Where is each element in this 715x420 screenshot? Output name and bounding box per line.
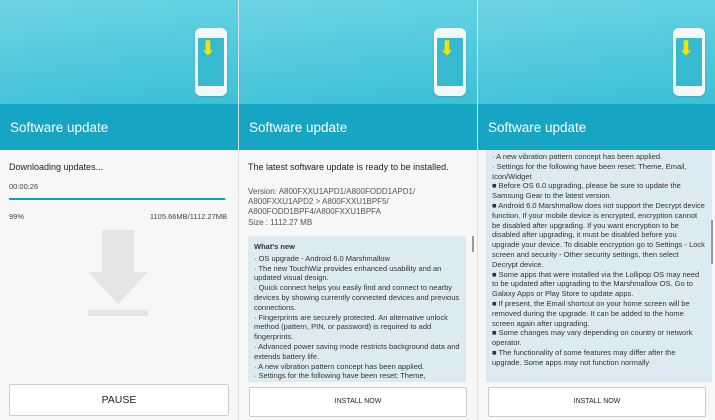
release-note: · Settings for the following have been r… (492, 161, 687, 181)
scrollbar[interactable] (472, 236, 474, 252)
release-note: · Quick connect helps you easily find an… (254, 283, 460, 312)
download-content: Downloading updates... 00:00:26 99% 1105… (0, 150, 238, 420)
release-note: ■ The functionality of some features may… (492, 347, 676, 367)
title-bar: Software update (0, 104, 238, 150)
update-size: Size : 1112.27 MB (248, 218, 313, 227)
hero-banner: ⬇ (0, 0, 238, 104)
elapsed-time: 00:00:26 (9, 182, 39, 191)
release-note: · OS upgrade - Android 6.0 Marshmallow (254, 253, 390, 263)
download-arrow-icon: ⬇ (199, 36, 217, 60)
release-note: · The new TouchWiz provides enhanced usa… (254, 263, 442, 283)
phone-download-icon: ⬇ (195, 28, 227, 96)
download-icon-head (88, 272, 148, 304)
release-note: · A new vibration pattern concept has be… (492, 152, 663, 161)
screen-release-notes: ⬇ Software update · A new vibration patt… (478, 0, 715, 420)
download-arrow-icon: ⬇ (438, 36, 456, 60)
release-note: ■ Some changes may vary depending on cou… (492, 328, 693, 348)
panel-divider (238, 0, 239, 420)
title-bar: Software update (239, 104, 477, 150)
ready-content: The latest software update is ready to b… (239, 150, 477, 420)
scrollbar[interactable] (711, 220, 713, 264)
whats-new-box[interactable]: What's new · OS upgrade - Android 6.0 Ma… (248, 236, 466, 382)
title-bar: Software update (478, 104, 715, 150)
version-line: A800FXXU1APD2 > A800FXXU1BPF5/ (248, 197, 389, 206)
release-note: · A new vibration pattern concept has be… (254, 361, 425, 371)
download-status: Downloading updates... (9, 162, 104, 172)
version-info: Version: A800FXXU1APD1/A800FODD1APD1/ A8… (248, 187, 468, 217)
page-title: Software update (249, 120, 348, 135)
install-now-button[interactable]: INSTALL NOW (488, 387, 706, 417)
ready-message: The latest software update is ready to b… (248, 162, 449, 172)
release-notes-box[interactable]: · A new vibration pattern concept has be… (486, 150, 712, 382)
download-arrow-icon: ⬇ (677, 36, 695, 60)
download-progress-fill (9, 198, 225, 200)
phone-download-icon: ⬇ (434, 28, 466, 96)
release-note: · Advanced power saving mode restricts b… (254, 341, 460, 361)
version-line: A800FODD1BPF4/A800FXXU1BPFA (248, 207, 381, 216)
release-note: · Fingerprints are securely protected. A… (254, 312, 448, 342)
release-note: · Settings for the following have been r… (254, 371, 426, 381)
whats-new-title: What's new (254, 242, 295, 251)
panel-divider (477, 0, 478, 420)
large-download-icon (88, 230, 148, 320)
download-icon-shaft (102, 230, 134, 272)
download-icon-base (88, 310, 148, 316)
progress-percent: 99% (9, 212, 25, 221)
screen-downloading: ⬇ Software update Downloading updates...… (0, 0, 238, 420)
download-size: 1105.66MB/1112.27MB (149, 212, 227, 221)
install-now-button[interactable]: INSTALL NOW (249, 387, 467, 417)
version-line: Version: A800FXXU1APD1/A800FODD1APD1/ (248, 187, 416, 196)
release-note: ■ If present, the Email shortcut on your… (492, 298, 690, 328)
pause-button[interactable]: PAUSE (9, 384, 229, 416)
notes-content: · A new vibration pattern concept has be… (478, 150, 715, 420)
page-title: Software update (10, 120, 109, 135)
release-note: ■ Before OS 6.0 upgrading, please be sur… (492, 181, 681, 201)
download-progress-bar (9, 198, 227, 200)
phone-download-icon: ⬇ (673, 28, 705, 96)
hero-banner: ⬇ (478, 0, 715, 104)
release-note: ■ Android 6.0 Marshmallow does not suppo… (492, 200, 705, 269)
release-note: ■ Some apps that were installed via the … (492, 269, 700, 299)
hero-banner: ⬇ (239, 0, 477, 104)
screen-ready: ⬇ Software update The latest software up… (239, 0, 477, 420)
page-title: Software update (488, 120, 587, 135)
